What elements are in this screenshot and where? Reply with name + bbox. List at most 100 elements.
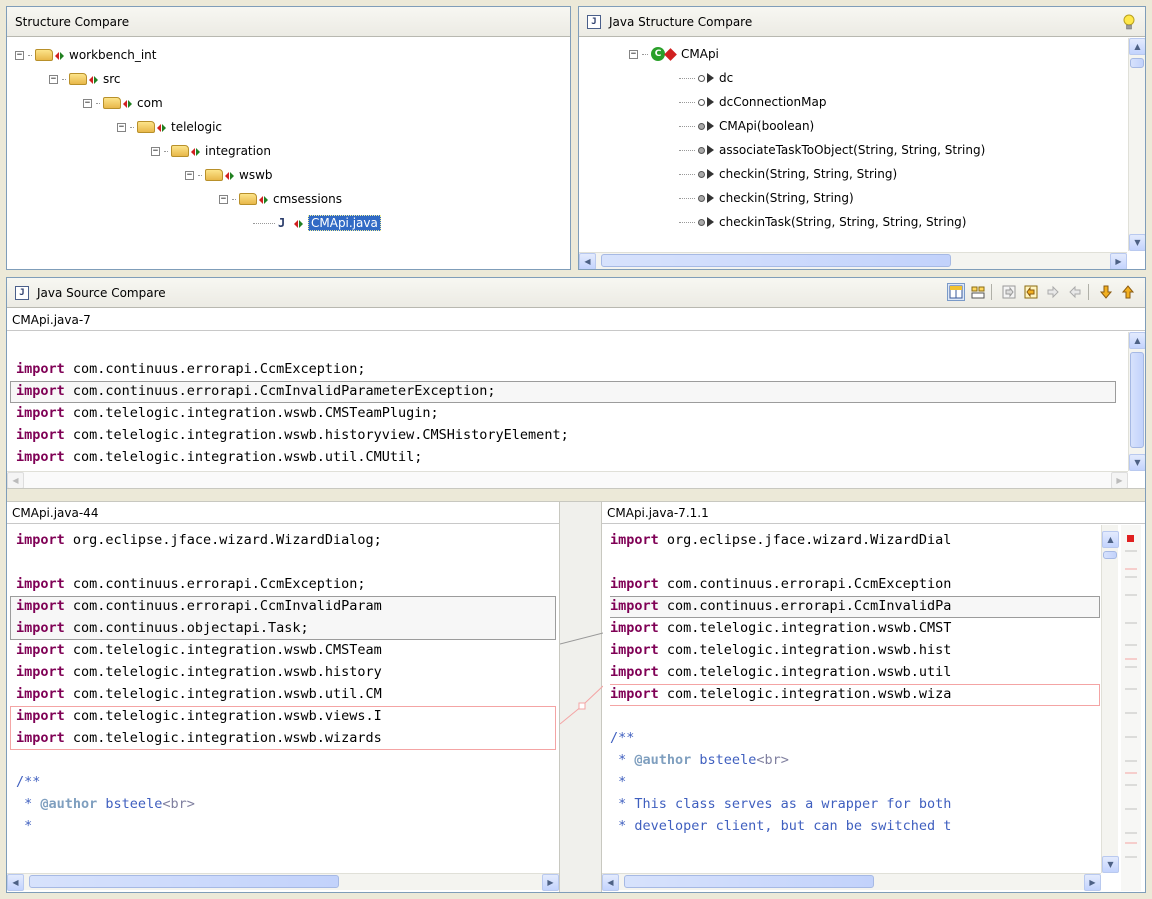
field-node[interactable]: dcConnectionMap <box>679 91 826 113</box>
collapse-toggle-icon[interactable]: − <box>117 122 126 132</box>
left-hscrollbar[interactable]: ◀ ▶ <box>7 873 559 891</box>
field-node[interactable]: dc <box>679 67 733 89</box>
java-structure-vscrollbar[interactable]: ▲ ▼ <box>1128 38 1145 251</box>
folder-icon <box>35 49 53 61</box>
left-pane-label: CMApi.java-44 <box>7 502 559 524</box>
tree-folder-item[interactable]: − com <box>83 92 163 114</box>
tree-folder-item[interactable]: − telelogic <box>117 116 222 138</box>
tree-folder-item[interactable]: − integration <box>151 140 271 162</box>
javadoc-html: <br> <box>162 796 195 812</box>
method-node[interactable]: CMApi(boolean) <box>679 115 814 137</box>
keyword: import <box>16 730 65 746</box>
change-arrow-icon <box>707 73 714 83</box>
scroll-right-button[interactable]: ▶ <box>542 874 559 891</box>
code-line: import com.telelogic.integration.wswb.wi… <box>610 683 951 705</box>
javadoc-tag: @author <box>40 796 98 812</box>
tree-item-label: integration <box>205 144 271 158</box>
code-line: import org.eclipse.jface.wizard.WizardDi… <box>610 529 951 551</box>
keyword: import <box>16 708 65 724</box>
copy-all-left-to-right-icon[interactable] <box>1000 283 1018 301</box>
tree-folder-item[interactable]: − src <box>49 68 121 90</box>
collapse-toggle-icon[interactable]: − <box>185 170 194 180</box>
scroll-down-button[interactable]: ▼ <box>1129 454 1145 471</box>
right-pane-label: CMApi.java-7.1.1 <box>602 502 1145 524</box>
right-hscrollbar[interactable]: ◀ ▶ <box>602 873 1101 891</box>
tree-folder-item[interactable]: − wswb <box>185 164 273 186</box>
ancestor-pane-icon[interactable] <box>947 283 965 301</box>
ignore-whitespace-icon[interactable] <box>969 283 987 301</box>
collapse-toggle-icon[interactable]: − <box>83 98 92 108</box>
java-structure-hscrollbar[interactable]: ◀ ▶ <box>579 252 1127 269</box>
collapse-toggle-icon[interactable]: − <box>49 74 58 84</box>
code-line: import com.telelogic.integration.wswb.hi… <box>16 424 569 446</box>
tree-folder-item[interactable]: − workbench_int <box>15 44 157 66</box>
keyword: import <box>16 361 65 377</box>
copy-all-right-to-left-icon[interactable] <box>1022 283 1040 301</box>
code-line: * @author bsteele<br> <box>16 793 195 815</box>
scroll-thumb[interactable] <box>601 254 951 267</box>
code-text: com.telelogic.integration.wswb.util.CMUt… <box>64 449 423 465</box>
member-label: CMApi(boolean) <box>719 119 815 133</box>
previous-difference-icon[interactable] <box>1119 283 1137 301</box>
tree-connector <box>198 174 202 176</box>
scroll-up-button[interactable]: ▲ <box>1102 531 1119 548</box>
keyword: import <box>16 449 65 465</box>
scroll-thumb[interactable] <box>624 875 874 888</box>
scroll-left-button[interactable]: ◀ <box>602 874 619 891</box>
ancestor-vscrollbar[interactable]: ▲ ▼ <box>1128 332 1145 471</box>
code-line: import com.telelogic.integration.wswb.vi… <box>16 705 382 727</box>
class-label: CMApi <box>681 47 719 61</box>
overview-ruler[interactable] <box>1121 525 1141 891</box>
copy-current-left-to-right-icon[interactable] <box>1044 283 1062 301</box>
keyword: import <box>16 686 65 702</box>
method-node[interactable]: checkinTask(String, String, String, Stri… <box>679 211 966 233</box>
scroll-thumb[interactable] <box>1103 551 1117 559</box>
copy-current-right-to-left-icon[interactable] <box>1066 283 1084 301</box>
scroll-down-button[interactable]: ▼ <box>1129 234 1145 251</box>
lightbulb-icon[interactable] <box>1123 14 1135 30</box>
code-line: /** <box>16 771 40 793</box>
next-difference-icon[interactable] <box>1097 283 1115 301</box>
code-text: org.eclipse.jface.wizard.WizardDialog; <box>64 532 382 548</box>
right-pane: import org.eclipse.jface.wizard.WizardDi… <box>602 525 1145 892</box>
scroll-right-button[interactable]: ▶ <box>1110 253 1127 269</box>
pane-divider[interactable] <box>7 488 1145 502</box>
keyword: import <box>610 642 659 658</box>
structure-compare-panel: Structure Compare − workbench_int − src − com… <box>6 6 571 270</box>
class-node[interactable]: − C CMApi <box>629 43 719 65</box>
collapse-toggle-icon[interactable]: − <box>15 50 24 60</box>
scroll-right-button[interactable]: ▶ <box>1111 472 1128 488</box>
collapse-toggle-icon[interactable]: − <box>219 194 228 204</box>
scroll-left-button[interactable]: ◀ <box>7 874 24 891</box>
scroll-up-button[interactable]: ▲ <box>1129 332 1145 349</box>
change-marker-icon <box>191 147 200 156</box>
code-text: * <box>610 752 635 768</box>
method-node[interactable]: checkin(String, String) <box>679 187 854 209</box>
collapse-toggle-icon[interactable]: − <box>629 49 638 59</box>
collapse-toggle-icon[interactable]: − <box>151 146 160 156</box>
scroll-left-button[interactable]: ◀ <box>579 253 596 269</box>
change-marker-icon <box>157 123 166 132</box>
tree-folder-item[interactable]: − cmsessions <box>219 188 342 210</box>
scroll-thumb[interactable] <box>29 875 339 888</box>
code-text: com.continuus.errorapi.CcmException <box>658 576 952 592</box>
keyword: import <box>16 532 65 548</box>
change-marker-icon <box>259 195 268 204</box>
tree-file-item[interactable]: J CMApi.java <box>253 212 381 234</box>
folder-icon <box>103 97 121 109</box>
code-line: * developer client, but can be switched … <box>610 815 951 837</box>
right-vscrollbar[interactable]: ▲ ▼ <box>1101 525 1119 873</box>
code-text: /** <box>610 730 635 746</box>
scroll-up-button[interactable]: ▲ <box>1129 38 1145 55</box>
scroll-thumb[interactable] <box>1130 352 1144 448</box>
scroll-right-button[interactable]: ▶ <box>1084 874 1101 891</box>
javadoc-text: bsteele <box>97 796 163 812</box>
scroll-down-button[interactable]: ▼ <box>1102 856 1119 873</box>
scroll-left-button[interactable]: ◀ <box>7 472 24 488</box>
ancestor-hscrollbar[interactable]: ◀ ▶ <box>7 471 1128 488</box>
method-node[interactable]: associateTaskToObject(String, String, St… <box>679 139 985 161</box>
scroll-thumb[interactable] <box>1130 58 1144 68</box>
method-node[interactable]: checkin(String, String, String) <box>679 163 897 185</box>
code-text: com.telelogic.integration.wswb.CMST <box>658 620 952 636</box>
change-marker-icon <box>123 99 132 108</box>
